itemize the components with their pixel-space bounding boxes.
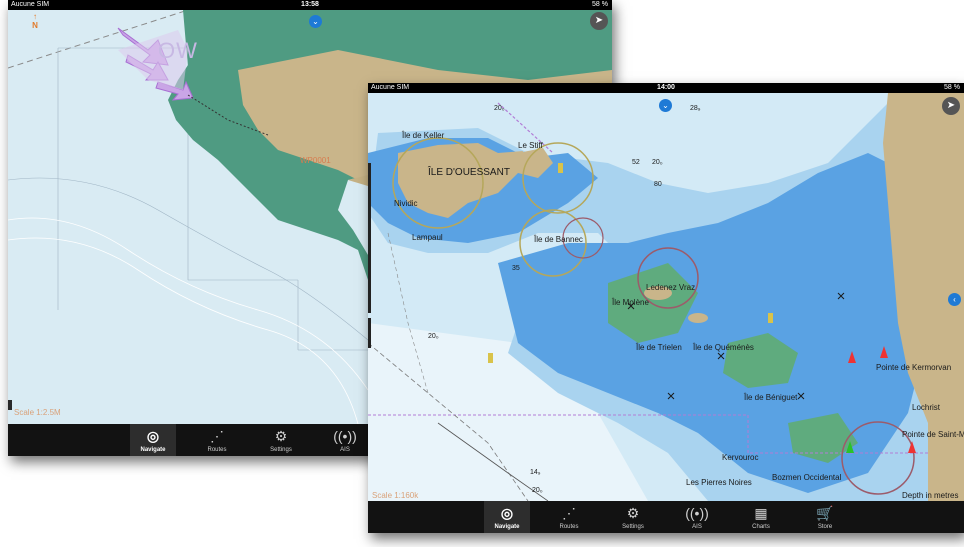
battery-level: 58 %	[944, 84, 960, 91]
tab-ais[interactable]: ((•)) AIS	[322, 424, 368, 456]
label-ledenes: Ledenez Vraz	[646, 283, 696, 292]
sounding: 80	[654, 181, 662, 188]
label-lampaul: Lampaul	[412, 233, 443, 242]
tab-store[interactable]: 🛒 Store	[802, 501, 848, 533]
tab-settings[interactable]: ⚙ Settings	[610, 501, 656, 533]
label-trielen: Île de Trielen	[636, 343, 682, 352]
waypoint-label[interactable]: WP0001	[300, 156, 331, 165]
clock: 13:58	[301, 1, 319, 8]
cart-icon: 🛒	[816, 505, 834, 521]
route-icon: ⋰	[562, 505, 576, 521]
location-arrow-icon[interactable]: ➤	[942, 97, 960, 115]
scale-label: Scale 1:2.5M	[14, 408, 61, 417]
label-ouessant: ÎLE D'OUESSANT	[428, 167, 510, 178]
label-beniguet: Île de Béniguet	[744, 393, 798, 402]
location-arrow-icon[interactable]: ➤	[590, 12, 608, 30]
status-bar: Aucune SIM 14:00 58 %	[368, 83, 964, 93]
battery-level: 58 %	[592, 1, 608, 8]
north-arrow-icon: ↑ N	[32, 12, 38, 30]
label-lochrist: Lochrist	[912, 403, 941, 412]
scale-label: Scale 1:160k	[372, 491, 419, 500]
sounding: 52	[632, 159, 640, 166]
sounding: 28₉	[690, 105, 701, 112]
tab-navigate[interactable]: ◎ Navigate	[130, 424, 176, 456]
sounding: 20₀	[532, 487, 543, 494]
chevron-down-icon[interactable]: ⌄	[659, 99, 672, 112]
label-bozmen: Bozmen Occidental	[772, 473, 842, 482]
tab-navigate[interactable]: ◎ Navigate	[484, 501, 530, 533]
label-nividic: Nividic	[394, 199, 418, 208]
gear-icon: ⚙	[274, 428, 288, 444]
tab-charts[interactable]: ▦ Charts	[738, 501, 784, 533]
gear-icon: ⚙	[626, 505, 640, 521]
tab-settings[interactable]: ⚙ Settings	[258, 424, 304, 456]
status-bar: Aucune SIM 13:58 58 %	[8, 0, 612, 10]
label-stiff: Le Stiff	[518, 141, 543, 150]
label-depth-units: Depth in metres	[902, 491, 959, 500]
sounding: 14₉	[530, 469, 541, 476]
antenna-icon: ((•))	[333, 428, 357, 444]
sounding: 35	[512, 265, 520, 272]
clock: 14:00	[657, 84, 675, 91]
tab-routes[interactable]: ⋰ Routes	[546, 501, 592, 533]
ipad-screen-detail: Aucune SIM 14:00 58 % Île de Keller Le S…	[368, 83, 964, 533]
map-icon: ▦	[754, 505, 768, 521]
chevron-left-icon[interactable]: ‹	[948, 293, 961, 306]
label-bannec: Île de Bannec	[534, 235, 583, 244]
tab-routes[interactable]: ⋰ Routes	[194, 424, 240, 456]
label-quemenes: Île de Quéménès	[693, 343, 754, 352]
tab-bar: ◎ Navigate ⋰ Routes ⚙ Settings ((•)) AIS…	[368, 501, 964, 533]
compass-icon: ◎	[146, 428, 160, 444]
sounding: 20₀	[494, 105, 505, 112]
compass-icon: ◎	[500, 505, 514, 521]
label-kervouroc: Kervouroc	[722, 453, 759, 462]
label-saintmathieu: Pointe de Saint-M	[902, 430, 964, 439]
sounding: 20₀	[428, 333, 439, 340]
route-icon: ⋰	[210, 428, 224, 444]
chevron-down-icon[interactable]: ⌄	[309, 15, 322, 28]
label-pierres-noires: Les Pierres Noires	[686, 478, 752, 487]
chart-map-detail[interactable]: Île de Keller Le Stiff ÎLE D'OUESSANT Ni…	[368, 93, 964, 533]
antenna-icon: ((•))	[685, 505, 709, 521]
sounding: 20₀	[652, 159, 663, 166]
ghost-text: OW	[158, 38, 198, 63]
label-kermorvan: Pointe de Kermorvan	[876, 363, 952, 372]
label-molene: Île Molène	[612, 298, 649, 307]
tab-ais[interactable]: ((•)) AIS	[674, 501, 720, 533]
label-kelier: Île de Keller	[402, 131, 445, 140]
detail-chart-graphic	[368, 93, 964, 501]
